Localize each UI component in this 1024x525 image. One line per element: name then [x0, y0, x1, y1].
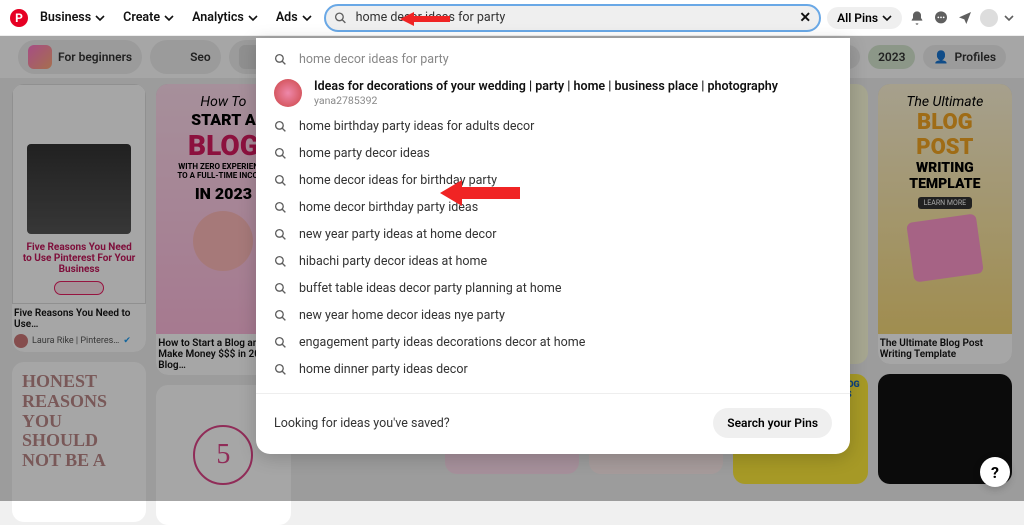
chevron-down-icon[interactable] [1004, 13, 1014, 23]
avatar-icon [274, 79, 302, 107]
chevron-down-icon [164, 13, 174, 23]
search-wrap: ✕ [324, 4, 821, 32]
search-icon [274, 309, 287, 322]
suggestion-item[interactable]: home decor birthday party ideas [256, 194, 850, 221]
chevron-down-icon [248, 13, 258, 23]
search-icon [274, 201, 287, 214]
search-suggestions-dropdown: home decor ideas for party Ideas for dec… [256, 38, 850, 454]
suggestion-echo[interactable]: home decor ideas for party [256, 46, 850, 73]
nav-ads[interactable]: Ads [270, 6, 318, 29]
suggestion-profile[interactable]: Ideas for decorations of your wedding | … [256, 73, 850, 113]
suggestion-item[interactable]: new year home decor ideas nye party [256, 302, 850, 329]
suggestion-item[interactable]: new year party ideas at home decor [256, 221, 850, 248]
search-icon [274, 255, 287, 268]
suggestion-item[interactable]: home decor ideas for birthday party [256, 167, 850, 194]
search-icon [274, 228, 287, 241]
search-icon [274, 363, 287, 376]
search-icon [334, 11, 347, 24]
help-button[interactable]: ? [980, 457, 1010, 487]
search-input[interactable] [324, 4, 821, 32]
annotation-arrow-icon [440, 178, 520, 208]
chevron-down-icon [302, 13, 312, 23]
nav-business[interactable]: Business [34, 6, 111, 29]
pinterest-logo-icon[interactable]: P [10, 9, 28, 27]
search-icon [274, 282, 287, 295]
chevron-down-icon [95, 13, 105, 23]
avatar-icon[interactable] [980, 9, 998, 27]
annotation-arrow-icon [400, 10, 450, 28]
search-your-pins-button[interactable]: Search your Pins [713, 408, 832, 438]
nav-create[interactable]: Create [117, 6, 180, 29]
suggestion-item[interactable]: home birthday party ideas for adults dec… [256, 113, 850, 140]
messages-icon[interactable] [932, 9, 950, 27]
search-scope-dropdown[interactable]: All Pins [827, 7, 902, 29]
suggestion-item[interactable]: hibachi party decor ideas at home [256, 248, 850, 275]
chevron-down-icon [882, 13, 892, 23]
top-nav: P Business Create Analytics Ads ✕ All Pi… [0, 0, 1024, 36]
profile-title: Ideas for decorations of your wedding | … [314, 79, 778, 94]
dropdown-footer: Looking for ideas you've saved? Search y… [256, 393, 850, 442]
suggestion-item[interactable]: home party decor ideas [256, 140, 850, 167]
suggestion-item[interactable]: home dinner party ideas decor [256, 356, 850, 383]
search-icon [274, 147, 287, 160]
profile-subtitle: yana2785392 [314, 94, 778, 107]
suggestion-item[interactable]: engagement party ideas decorations decor… [256, 329, 850, 356]
updates-icon[interactable] [956, 9, 974, 27]
search-icon [274, 53, 287, 66]
notifications-icon[interactable] [908, 9, 926, 27]
nav-analytics[interactable]: Analytics [186, 6, 264, 29]
search-icon [274, 174, 287, 187]
footer-label: Looking for ideas you've saved? [274, 416, 450, 431]
search-icon [274, 336, 287, 349]
search-icon [274, 120, 287, 133]
suggestion-item[interactable]: buffet table ideas decor party planning … [256, 275, 850, 302]
clear-search-icon[interactable]: ✕ [799, 10, 811, 26]
